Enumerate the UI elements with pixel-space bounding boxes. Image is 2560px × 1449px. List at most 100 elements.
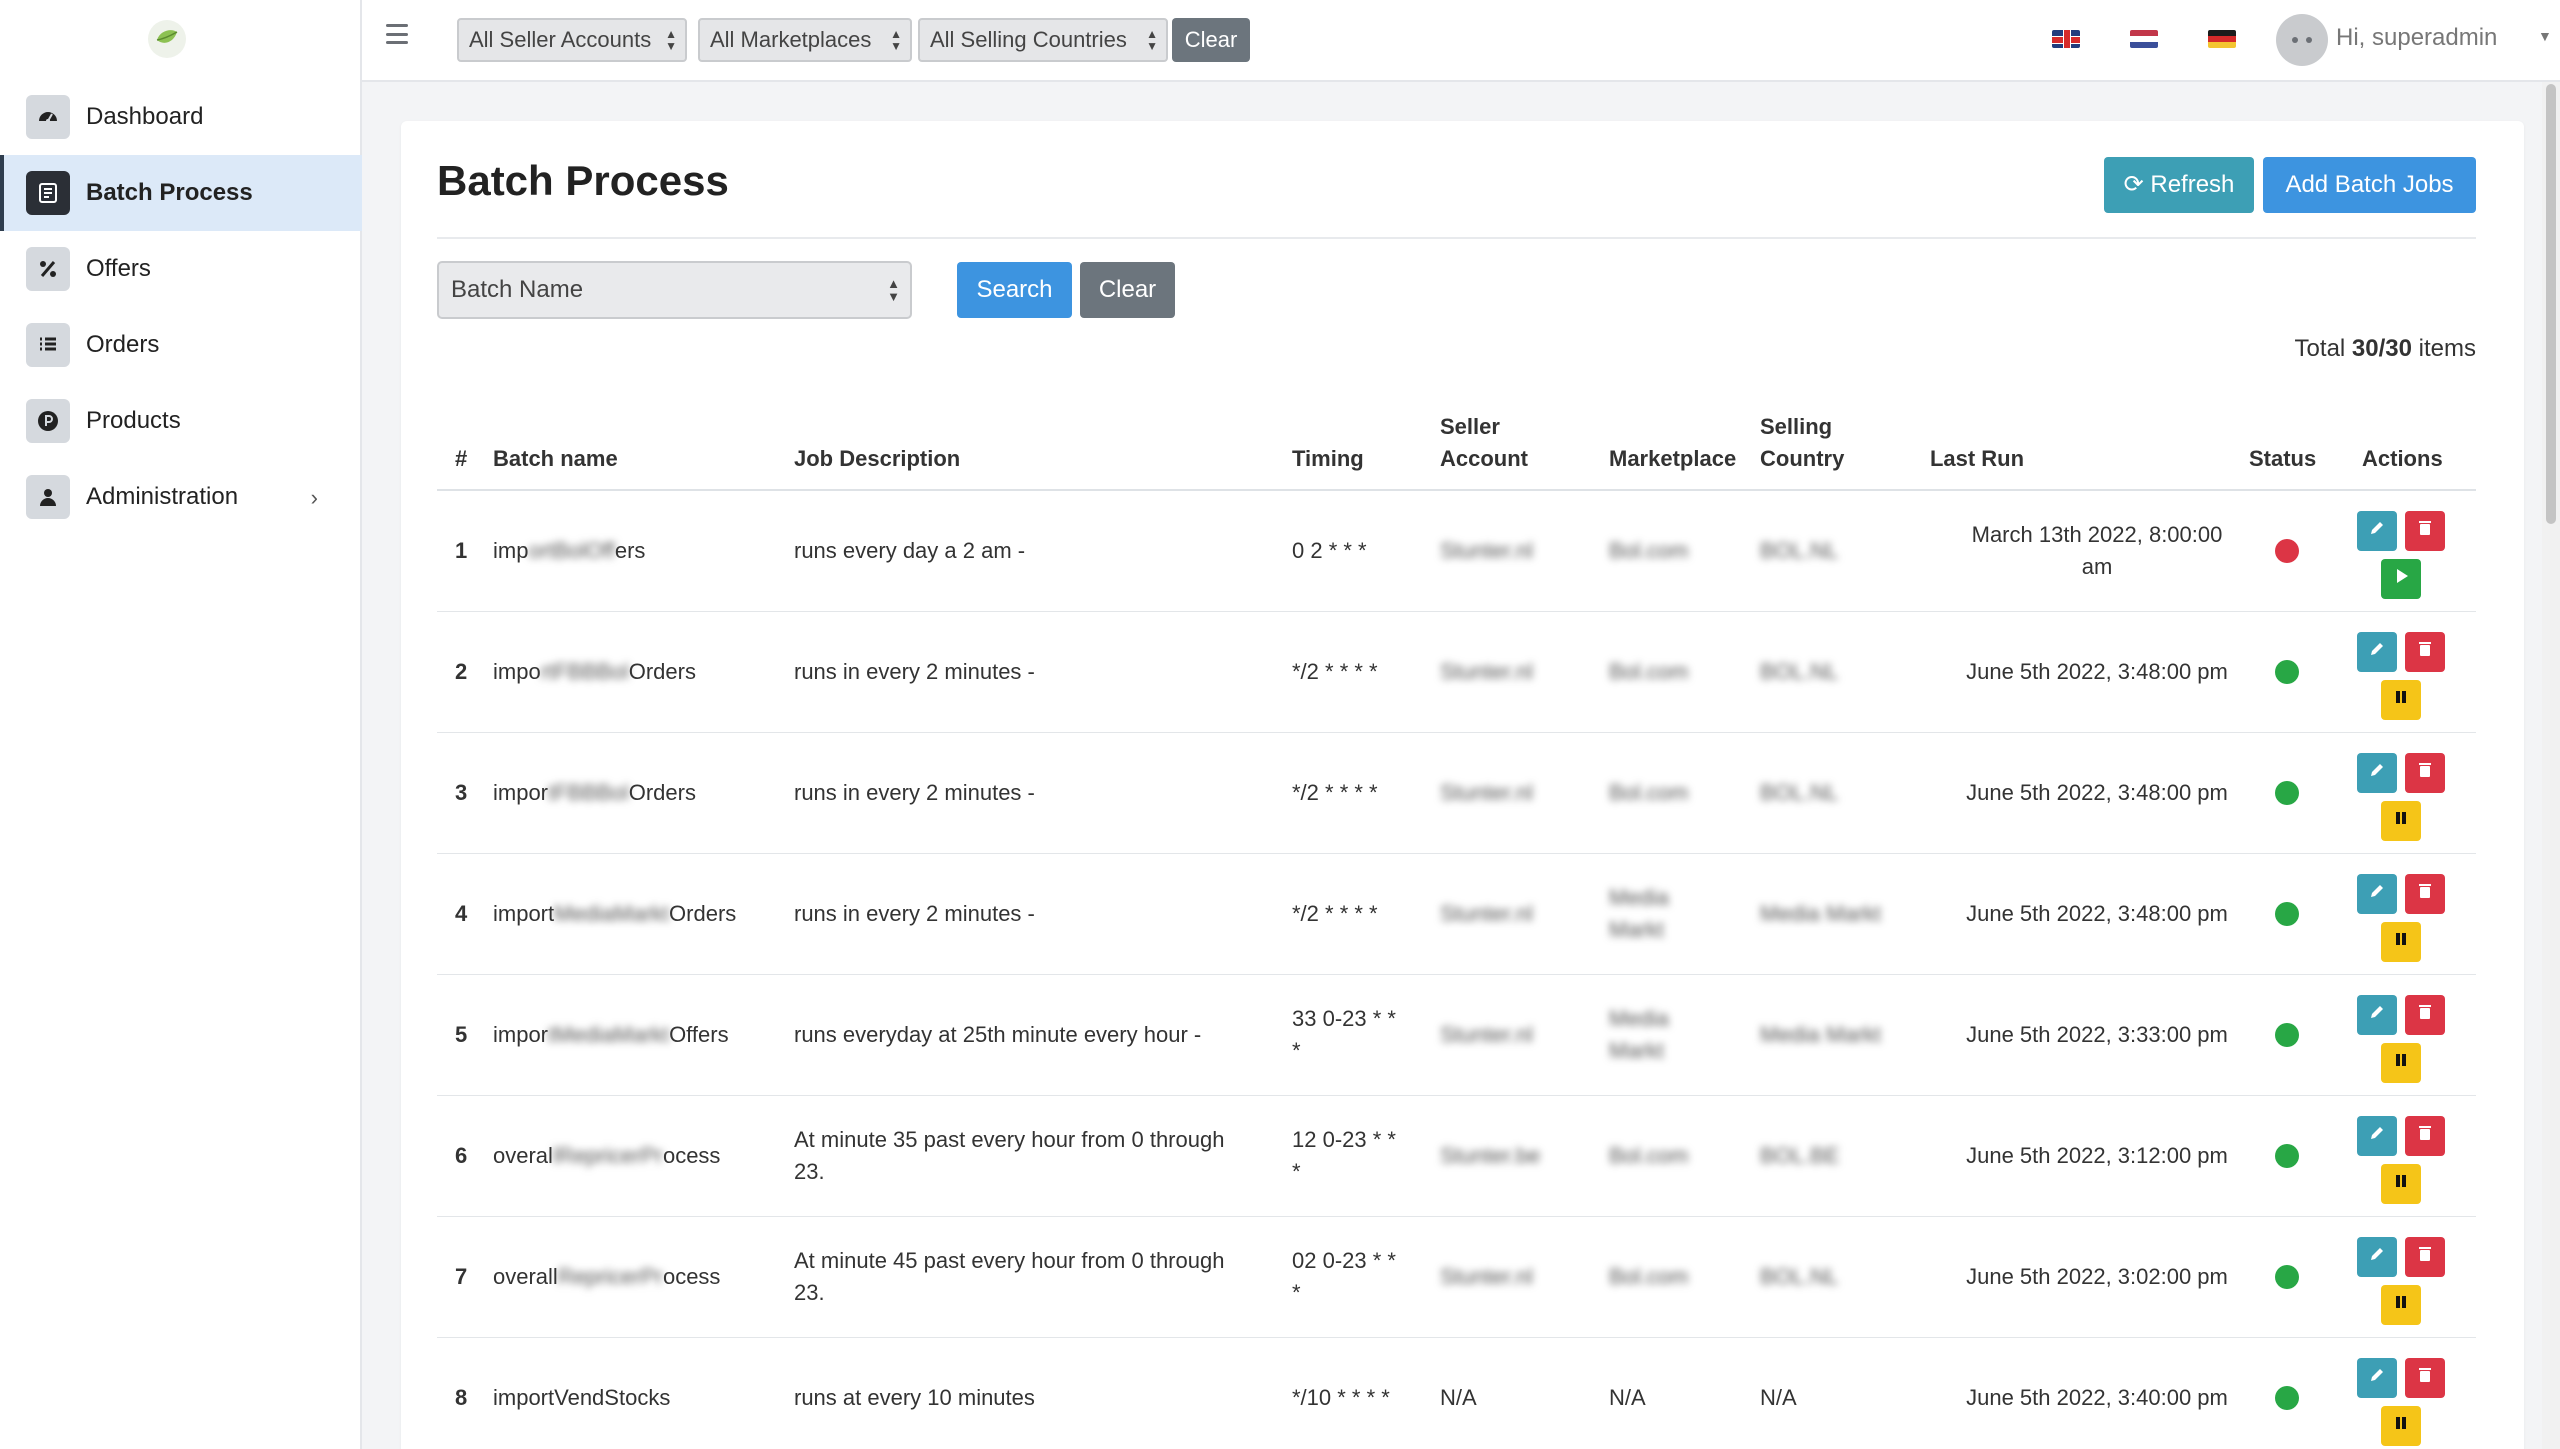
job-description: runs at every 10 minutes: [794, 1382, 1264, 1414]
batch-name[interactable]: importFBBBolOrders: [493, 656, 696, 688]
batch-name-select[interactable]: Batch Name ▲ ▼: [437, 261, 912, 319]
total-count: Total 30/30 items: [2295, 335, 2476, 363]
chevron-right-icon: ›: [310, 485, 318, 510]
seller-account: Stunter.be: [1440, 1143, 1541, 1168]
pencil-icon: [2367, 881, 2387, 907]
marketplace-line1: Bol.com: [1609, 780, 1689, 805]
col-batch-name[interactable]: Batch name: [493, 443, 618, 475]
page-scrollbar[interactable]: [2542, 82, 2560, 1449]
refresh-button[interactable]: ⟳ Refresh: [2104, 157, 2254, 213]
batch-name[interactable]: importFBBBolOrders: [493, 777, 696, 809]
play-icon: [2391, 566, 2411, 592]
col-timing[interactable]: Timing: [1292, 443, 1364, 475]
delete-button[interactable]: [2405, 1237, 2445, 1277]
avatar[interactable]: [2276, 14, 2328, 66]
run-button[interactable]: [2381, 559, 2421, 599]
edit-button[interactable]: [2357, 1237, 2397, 1277]
seller-account: Stunter.nl: [1440, 780, 1533, 805]
table-row: 7 overallRepricerProcess At minute 45 past…: [437, 1217, 2476, 1338]
select-arrows-icon: ▲ ▼: [1146, 27, 1158, 53]
clear-button[interactable]: Clear: [1080, 262, 1175, 318]
pause-button[interactable]: [2381, 1285, 2421, 1325]
pause-button[interactable]: [2381, 922, 2421, 962]
edit-button[interactable]: [2357, 874, 2397, 914]
app-logo[interactable]: [148, 20, 186, 58]
edit-button[interactable]: [2357, 1358, 2397, 1398]
marketplace-line1: Bol.com: [1609, 1264, 1689, 1289]
delete-button[interactable]: [2405, 753, 2445, 793]
delete-button[interactable]: [2405, 995, 2445, 1035]
pause-button[interactable]: [2381, 1164, 2421, 1204]
job-description: At minute 45 past every hour from 0 thro…: [794, 1245, 1264, 1309]
edit-button[interactable]: [2357, 511, 2397, 551]
search-button[interactable]: Search: [957, 262, 1072, 318]
seller-account-select[interactable]: All Seller Accounts ▲ ▼: [457, 18, 687, 62]
job-description-line1: runs everyday at 25th minute every hour …: [794, 1022, 1202, 1047]
col-seller-account[interactable]: Seller Account: [1440, 411, 1528, 475]
job-description-line1: runs in every 2 minutes -: [794, 901, 1035, 926]
hamburger-menu-icon[interactable]: [386, 24, 408, 44]
edit-button[interactable]: [2357, 1116, 2397, 1156]
edit-button[interactable]: [2357, 995, 2397, 1035]
delete-button[interactable]: [2405, 632, 2445, 672]
status-indicator: [2275, 902, 2299, 926]
edit-button[interactable]: [2357, 753, 2397, 793]
col-last-run[interactable]: Last Run: [1797, 443, 2157, 475]
delete-button[interactable]: [2405, 874, 2445, 914]
pause-button[interactable]: [2381, 1043, 2421, 1083]
last-run-line1: June 5th 2022, 3:33:00 pm: [1966, 1022, 2228, 1047]
delete-button[interactable]: [2405, 1116, 2445, 1156]
last-run: June 5th 2022, 3:12:00 pm: [1937, 1140, 2257, 1172]
timing-line1: 33 0-23 * *: [1292, 1006, 1396, 1031]
job-description: runs in every 2 minutes -: [794, 777, 1264, 809]
delete-button[interactable]: [2405, 511, 2445, 551]
col-job-description[interactable]: Job Description: [794, 443, 960, 475]
user-greeting[interactable]: Hi, superadmin: [2336, 24, 2497, 52]
marketplace-line2: Markt: [1609, 917, 1664, 942]
batch-name[interactable]: overallRepricerProcess: [493, 1140, 720, 1172]
sidebar-item-products[interactable]: Products: [0, 383, 362, 459]
selling-country-select[interactable]: All Selling Countries ▲ ▼: [918, 18, 1168, 62]
sidebar-item-dashboard[interactable]: Dashboard: [0, 79, 362, 155]
p-circle-icon: [26, 399, 70, 443]
edit-button[interactable]: [2357, 632, 2397, 672]
job-description-line1: runs in every 2 minutes -: [794, 659, 1035, 684]
batch-name[interactable]: overallRepricerProcess: [493, 1261, 720, 1293]
uk-flag-icon[interactable]: [2052, 30, 2080, 48]
clear-filters-button[interactable]: Clear: [1172, 18, 1250, 62]
divider: [437, 237, 2476, 239]
sidebar-item-offers[interactable]: Offers: [0, 231, 362, 307]
select-arrows-icon: ▲ ▼: [887, 276, 900, 304]
delete-button[interactable]: [2405, 1358, 2445, 1398]
batch-name[interactable]: importMediaMarktOffers: [493, 1019, 729, 1051]
scrollbar-thumb[interactable]: [2546, 84, 2556, 524]
batch-name-suffix: Orders: [628, 659, 696, 684]
de-flag-icon[interactable]: [2208, 30, 2236, 48]
pause-button[interactable]: [2381, 1406, 2421, 1446]
sidebar-item-batch-process[interactable]: Batch Process: [0, 155, 362, 231]
dashboard-gauge-icon: [26, 95, 70, 139]
batch-name[interactable]: importBolOffers: [493, 535, 645, 567]
pause-button[interactable]: [2381, 680, 2421, 720]
sidebar-item-administration[interactable]: Administration ›: [0, 459, 362, 535]
marketplace-select[interactable]: All Marketplaces ▲ ▼: [698, 18, 912, 62]
marketplace: N/A: [1609, 1382, 1719, 1414]
batch-name-redacted: tMediaMarkt: [548, 1022, 670, 1047]
selling-country: BOL.NL: [1760, 538, 1839, 563]
batch-name-prefix: impo: [493, 659, 541, 684]
last-run-line1: March 13th 2022, 8:00:00: [1971, 522, 2223, 547]
marketplace: Bol.com: [1609, 656, 1719, 688]
add-batch-jobs-button[interactable]: Add Batch Jobs: [2263, 157, 2476, 213]
batch-name[interactable]: importMediaMarktOrders: [493, 898, 736, 930]
batch-name[interactable]: importVendStocks: [493, 1382, 670, 1414]
status-indicator: [2275, 781, 2299, 805]
nl-flag-icon[interactable]: [2130, 30, 2158, 48]
pencil-icon: [2367, 1002, 2387, 1028]
sidebar-item-orders[interactable]: Orders: [0, 307, 362, 383]
table-header: # Batch name Job Description Timing Sell…: [437, 401, 2476, 491]
marketplace: Media Markt: [1609, 1003, 1719, 1067]
timing: 0 2 * * *: [1292, 535, 1432, 567]
pause-button[interactable]: [2381, 801, 2421, 841]
col-marketplace[interactable]: Marketplace: [1609, 443, 1736, 475]
caret-down-icon[interactable]: ▼: [2538, 28, 2552, 44]
